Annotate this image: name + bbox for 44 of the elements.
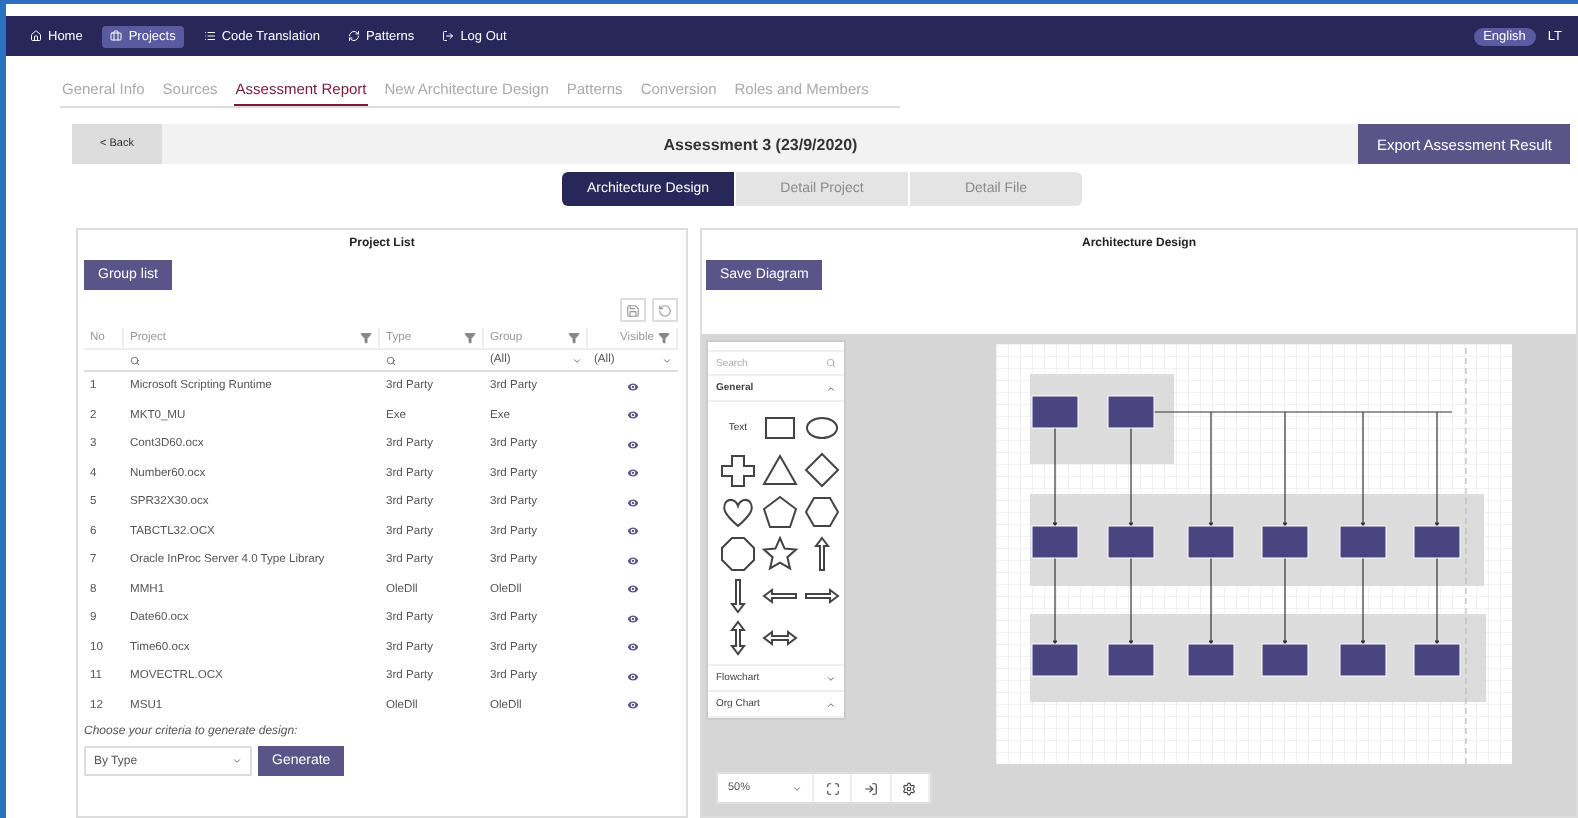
search-icon xyxy=(826,358,836,368)
filter-icon[interactable] xyxy=(360,332,372,344)
triangle-icon[interactable] xyxy=(762,452,798,488)
chevron-icon xyxy=(826,383,836,393)
filter-icon[interactable] xyxy=(658,332,670,344)
octagon-icon[interactable] xyxy=(720,536,756,572)
caret-icon xyxy=(662,355,672,365)
visible-icon[interactable] xyxy=(626,495,640,510)
caret-icon xyxy=(232,756,242,766)
visible-icon[interactable] xyxy=(626,553,640,568)
list-icon xyxy=(203,30,216,42)
enter-icon xyxy=(863,781,878,795)
filter-icon[interactable] xyxy=(464,332,476,344)
chevron-icon xyxy=(826,673,836,683)
visible-icon[interactable] xyxy=(626,437,640,452)
visible-icon[interactable] xyxy=(626,698,640,713)
star-icon[interactable] xyxy=(762,536,798,572)
logout-icon xyxy=(442,30,455,42)
visible-icon[interactable] xyxy=(626,408,640,423)
visible-icon[interactable] xyxy=(626,379,640,394)
visible-icon[interactable] xyxy=(626,466,640,481)
save-icon xyxy=(626,303,640,317)
visible-icon[interactable] xyxy=(626,524,640,539)
cross-icon[interactable] xyxy=(720,452,756,488)
cycle-icon xyxy=(347,30,360,42)
undo-icon xyxy=(658,303,672,317)
hexagon-icon[interactable] xyxy=(804,494,840,530)
caret-icon xyxy=(572,355,582,365)
visible-icon[interactable] xyxy=(626,611,640,626)
visible-icon[interactable] xyxy=(626,582,640,597)
settings-icon xyxy=(902,781,917,795)
heart-icon[interactable] xyxy=(720,494,756,530)
filter-icon[interactable] xyxy=(568,332,580,344)
home-icon xyxy=(30,30,42,42)
fullscreen-icon xyxy=(825,781,840,795)
caret-icon xyxy=(792,783,802,793)
assessment-title: Assessment 3 (23/9/2020) xyxy=(661,135,860,153)
visible-icon[interactable] xyxy=(626,669,640,684)
diamond-icon[interactable] xyxy=(804,452,840,488)
search-icon xyxy=(386,355,396,365)
pentagon-icon[interactable] xyxy=(762,494,798,530)
search-icon xyxy=(130,355,140,365)
chevron-icon xyxy=(826,699,836,709)
visible-icon[interactable] xyxy=(626,640,640,655)
